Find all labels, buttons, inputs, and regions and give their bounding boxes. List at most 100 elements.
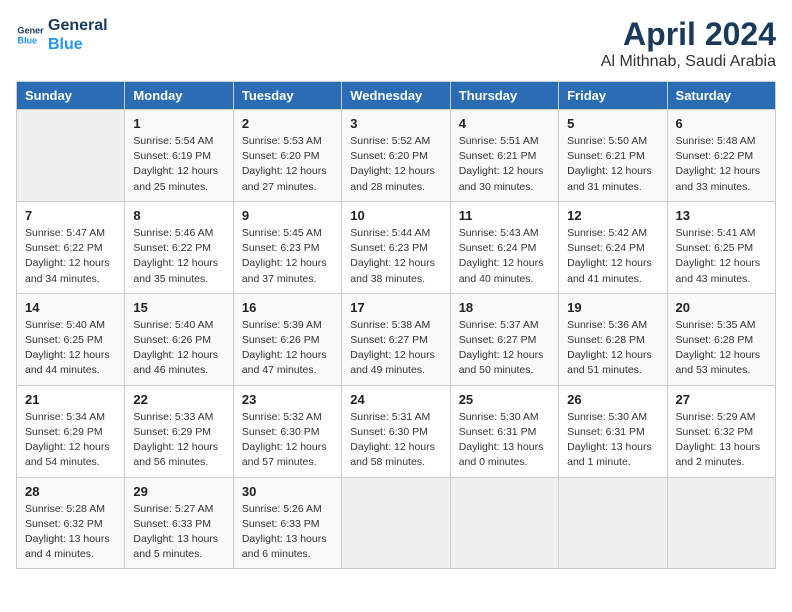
day-cell: 12 Sunrise: 5:42 AM Sunset: 6:24 PM Dayli… <box>559 201 667 293</box>
day-number: 1 <box>133 116 224 131</box>
col-header-wednesday: Wednesday <box>342 82 450 110</box>
week-row-1: 1 Sunrise: 5:54 AM Sunset: 6:19 PM Daylig… <box>17 110 776 202</box>
day-cell: 19 Sunrise: 5:36 AM Sunset: 6:28 PM Dayli… <box>559 293 667 385</box>
day-number: 23 <box>242 392 333 407</box>
day-cell: 30 Sunrise: 5:26 AM Sunset: 6:33 PM Dayli… <box>233 477 341 569</box>
day-info: Sunrise: 5:35 AM Sunset: 6:28 PM Dayligh… <box>676 318 767 379</box>
svg-text:General: General <box>17 26 44 36</box>
day-number: 5 <box>567 116 658 131</box>
day-cell: 25Sunrise: 5:30 AM Sunset: 6:31 PM Dayli… <box>450 385 558 477</box>
day-cell: 8 Sunrise: 5:46 AM Sunset: 6:22 PM Daylig… <box>125 201 233 293</box>
day-number: 22 <box>133 392 224 407</box>
day-number: 12 <box>567 208 658 223</box>
week-row-2: 7 Sunrise: 5:47 AM Sunset: 6:22 PM Daylig… <box>17 201 776 293</box>
day-number: 25 <box>459 392 550 407</box>
day-info: Sunrise: 5:30 AM Sunset: 6:31 PM Dayligh… <box>567 410 658 471</box>
day-info: Sunrise: 5:38 AM Sunset: 6:27 PM Dayligh… <box>350 318 441 379</box>
day-info: Sunrise: 5:54 AM Sunset: 6:19 PM Dayligh… <box>133 134 224 195</box>
day-cell: 18 Sunrise: 5:37 AM Sunset: 6:27 PM Dayli… <box>450 293 558 385</box>
day-info: Sunrise: 5:42 AM Sunset: 6:24 PM Dayligh… <box>567 226 658 287</box>
day-number: 29 <box>133 484 224 499</box>
day-number: 9 <box>242 208 333 223</box>
day-number: 8 <box>133 208 224 223</box>
logo: General Blue General Blue <box>16 16 108 54</box>
day-number: 6 <box>676 116 767 131</box>
day-cell <box>450 477 558 569</box>
day-info: Sunrise: 5:26 AM Sunset: 6:33 PM Dayligh… <box>242 502 333 563</box>
svg-text:Blue: Blue <box>17 36 37 46</box>
day-number: 15 <box>133 300 224 315</box>
day-number: 19 <box>567 300 658 315</box>
day-cell: 27 Sunrise: 5:29 AM Sunset: 6:32 PM Dayli… <box>667 385 775 477</box>
day-cell: 7 Sunrise: 5:47 AM Sunset: 6:22 PM Daylig… <box>17 201 125 293</box>
day-info: Sunrise: 5:36 AM Sunset: 6:28 PM Dayligh… <box>567 318 658 379</box>
logo-line2: Blue <box>48 35 108 54</box>
day-cell <box>667 477 775 569</box>
header: General Blue General Blue April 2024 Al … <box>16 16 776 71</box>
day-number: 13 <box>676 208 767 223</box>
day-number: 27 <box>676 392 767 407</box>
title-area: April 2024 Al Mithnab, Saudi Arabia <box>601 16 776 71</box>
day-info: Sunrise: 5:48 AM Sunset: 6:22 PM Dayligh… <box>676 134 767 195</box>
day-number: 24 <box>350 392 441 407</box>
day-cell: 9 Sunrise: 5:45 AM Sunset: 6:23 PM Daylig… <box>233 201 341 293</box>
day-info: Sunrise: 5:39 AM Sunset: 6:26 PM Dayligh… <box>242 318 333 379</box>
col-header-tuesday: Tuesday <box>233 82 341 110</box>
day-info: Sunrise: 5:47 AM Sunset: 6:22 PM Dayligh… <box>25 226 116 287</box>
day-cell <box>17 110 125 202</box>
day-cell: 2Sunrise: 5:53 AM Sunset: 6:20 PM Daylig… <box>233 110 341 202</box>
day-info: Sunrise: 5:51 AM Sunset: 6:21 PM Dayligh… <box>459 134 550 195</box>
day-number: 3 <box>350 116 441 131</box>
week-row-4: 21 Sunrise: 5:34 AM Sunset: 6:29 PM Dayli… <box>17 385 776 477</box>
logo-icon: General Blue <box>16 21 44 49</box>
month-title: April 2024 <box>601 16 776 53</box>
day-info: Sunrise: 5:45 AM Sunset: 6:23 PM Dayligh… <box>242 226 333 287</box>
day-number: 16 <box>242 300 333 315</box>
day-info: Sunrise: 5:40 AM Sunset: 6:25 PM Dayligh… <box>25 318 116 379</box>
day-cell: 28 Sunrise: 5:28 AM Sunset: 6:32 PM Dayli… <box>17 477 125 569</box>
day-number: 11 <box>459 208 550 223</box>
logo-line1: General <box>48 16 108 35</box>
day-number: 10 <box>350 208 441 223</box>
day-number: 20 <box>676 300 767 315</box>
day-number: 26 <box>567 392 658 407</box>
day-cell: 1 Sunrise: 5:54 AM Sunset: 6:19 PM Daylig… <box>125 110 233 202</box>
day-cell: 16 Sunrise: 5:39 AM Sunset: 6:26 PM Dayli… <box>233 293 341 385</box>
day-cell: 29Sunrise: 5:27 AM Sunset: 6:33 PM Dayli… <box>125 477 233 569</box>
calendar-table: SundayMondayTuesdayWednesdayThursdayFrid… <box>16 81 776 569</box>
day-cell: 4Sunrise: 5:51 AM Sunset: 6:21 PM Daylig… <box>450 110 558 202</box>
day-cell: 21 Sunrise: 5:34 AM Sunset: 6:29 PM Dayli… <box>17 385 125 477</box>
day-info: Sunrise: 5:44 AM Sunset: 6:23 PM Dayligh… <box>350 226 441 287</box>
day-cell: 6 Sunrise: 5:48 AM Sunset: 6:22 PM Daylig… <box>667 110 775 202</box>
col-header-friday: Friday <box>559 82 667 110</box>
day-cell <box>342 477 450 569</box>
day-number: 30 <box>242 484 333 499</box>
col-header-monday: Monday <box>125 82 233 110</box>
day-number: 7 <box>25 208 116 223</box>
col-header-sunday: Sunday <box>17 82 125 110</box>
day-number: 28 <box>25 484 116 499</box>
day-info: Sunrise: 5:46 AM Sunset: 6:22 PM Dayligh… <box>133 226 224 287</box>
day-info: Sunrise: 5:40 AM Sunset: 6:26 PM Dayligh… <box>133 318 224 379</box>
day-info: Sunrise: 5:34 AM Sunset: 6:29 PM Dayligh… <box>25 410 116 471</box>
day-info: Sunrise: 5:37 AM Sunset: 6:27 PM Dayligh… <box>459 318 550 379</box>
day-number: 21 <box>25 392 116 407</box>
day-info: Sunrise: 5:31 AM Sunset: 6:30 PM Dayligh… <box>350 410 441 471</box>
day-cell: 22Sunrise: 5:33 AM Sunset: 6:29 PM Dayli… <box>125 385 233 477</box>
week-row-3: 14 Sunrise: 5:40 AM Sunset: 6:25 PM Dayli… <box>17 293 776 385</box>
day-info: Sunrise: 5:50 AM Sunset: 6:21 PM Dayligh… <box>567 134 658 195</box>
col-header-thursday: Thursday <box>450 82 558 110</box>
day-number: 17 <box>350 300 441 315</box>
week-row-5: 28 Sunrise: 5:28 AM Sunset: 6:32 PM Dayli… <box>17 477 776 569</box>
day-info: Sunrise: 5:28 AM Sunset: 6:32 PM Dayligh… <box>25 502 116 563</box>
day-number: 14 <box>25 300 116 315</box>
day-cell: 20 Sunrise: 5:35 AM Sunset: 6:28 PM Dayli… <box>667 293 775 385</box>
day-number: 2 <box>242 116 333 131</box>
day-cell: 23Sunrise: 5:32 AM Sunset: 6:30 PM Dayli… <box>233 385 341 477</box>
day-info: Sunrise: 5:29 AM Sunset: 6:32 PM Dayligh… <box>676 410 767 471</box>
day-cell: 17 Sunrise: 5:38 AM Sunset: 6:27 PM Dayli… <box>342 293 450 385</box>
day-cell: 26 Sunrise: 5:30 AM Sunset: 6:31 PM Dayli… <box>559 385 667 477</box>
day-cell <box>559 477 667 569</box>
day-cell: 13Sunrise: 5:41 AM Sunset: 6:25 PM Dayli… <box>667 201 775 293</box>
day-number: 18 <box>459 300 550 315</box>
